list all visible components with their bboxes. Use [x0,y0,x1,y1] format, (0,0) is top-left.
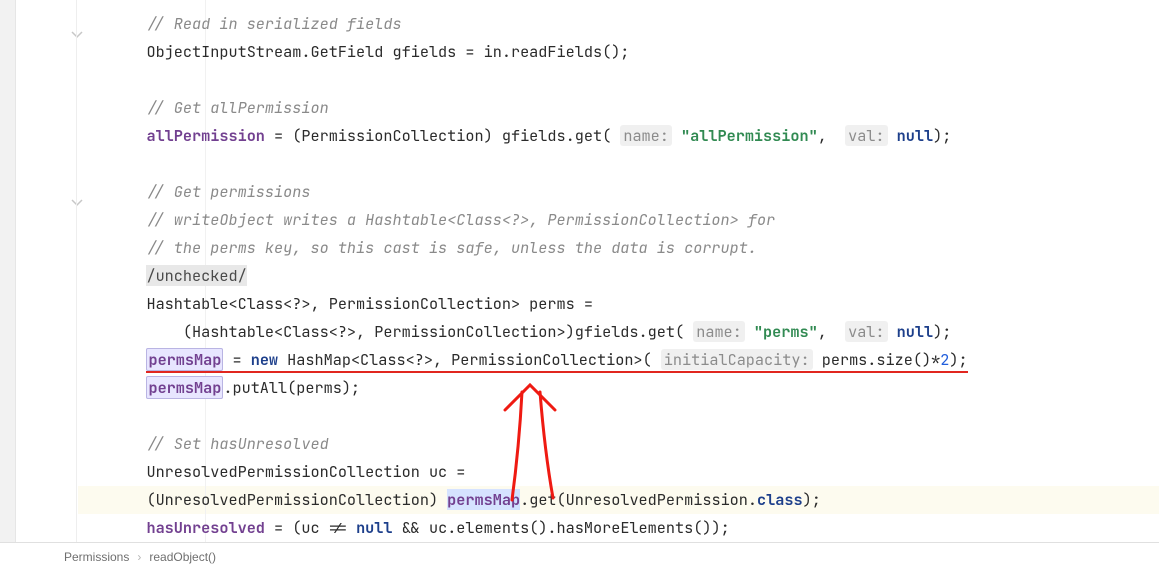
keyword: null [356,517,392,538]
code-line: permsMap = new HashMap<Class<?>, Permiss… [110,349,968,373]
keyword: class [757,489,803,510]
breadcrumb-item[interactable]: Permissions [64,550,129,564]
code-line: permsMap.putAll(perms); [110,376,360,399]
chevron-right-icon: › [137,550,141,564]
field-ref: permsMap [146,348,223,371]
caret: p [511,489,520,510]
comment: // Set hasUnresolved [146,433,328,454]
comment: // writeObject writes a Hashtable<Class<… [146,209,775,230]
code-line: // writeObject writes a Hashtable<Class<… [110,209,775,230]
breadcrumb-item[interactable]: readObject() [149,550,216,564]
gutter[interactable] [16,0,76,542]
field-ref: permsMap [146,376,223,399]
param-hint: initialCapacity: [661,349,813,370]
code-line: allPermission = (PermissionCollection) g… [110,125,951,146]
gutter-separator [76,0,77,542]
param-hint: name: [693,321,745,342]
left-strip [0,0,16,542]
comment: // Get allPermission [146,97,328,118]
comment: // the perms key, so this cast is safe, … [146,237,757,258]
code-editor[interactable]: // Read in serialized fields ObjectInput… [78,0,1159,542]
code-line: UnresolvedPermissionCollection uc = [110,461,465,482]
code-line: // the perms key, so this cast is safe, … [110,237,757,258]
breadcrumb[interactable]: Permissions › readObject() [0,542,1159,570]
field-ref: hasUnresolved [146,517,264,538]
code-line [110,69,119,90]
keyword: null [897,321,933,342]
code-line: Hashtable<Class<?>, PermissionCollection… [110,293,593,314]
param-hint: name: [620,125,672,146]
code-line: // Get allPermission [110,97,329,118]
keyword: new [251,349,278,370]
param-hint: val: [845,125,887,146]
code-line [110,153,119,174]
field-ref: allPermission [146,125,264,146]
code-line: // Read in serialized fields [110,13,402,34]
annotation: /unchecked/ [146,265,246,286]
code-line: /unchecked/ [110,265,247,286]
code-line: // Get permissions [110,181,310,202]
code-line: (UnresolvedPermissionCollection) permsMa… [110,489,821,510]
code-line: ObjectInputStream.GetField gfields = in.… [110,41,629,62]
string-literal: "perms" [754,321,818,342]
string-literal: "allPermission" [681,125,818,146]
code-line: // Set hasUnresolved [110,433,329,454]
comment: // Get permissions [146,181,310,202]
param-hint: val: [845,321,887,342]
code-line: hasUnresolved = (uc != null && uc.elemen… [110,517,730,538]
number-literal: 2 [940,349,949,370]
code-block[interactable]: // Read in serialized fields ObjectInput… [110,10,968,542]
code-line [110,405,119,426]
editor-frame: // Read in serialized fields ObjectInput… [0,0,1159,570]
comment: // Read in serialized fields [146,13,401,34]
code-line: (Hashtable<Class<?>, PermissionCollectio… [110,321,951,342]
keyword: null [897,125,933,146]
field-ref: permsMa [447,489,511,510]
